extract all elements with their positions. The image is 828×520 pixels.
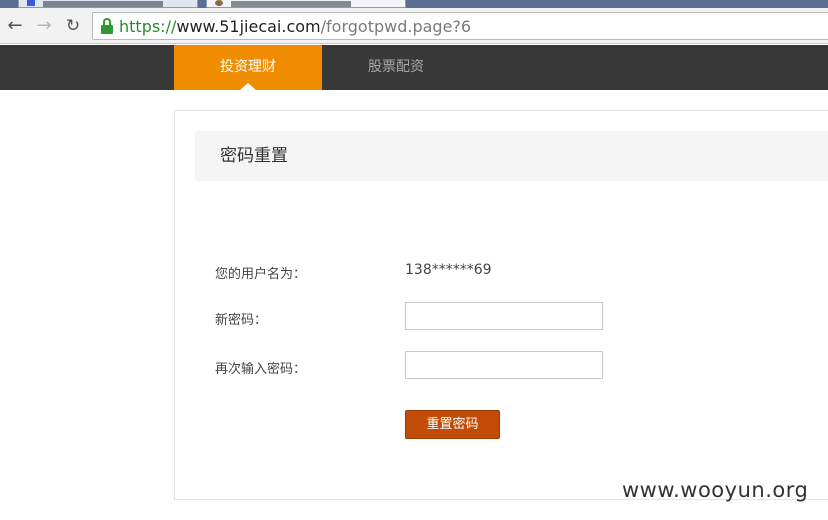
- browser-toolbar: ← → ↻ https://www.51jiecai.com/forgotpwd…: [0, 8, 828, 44]
- forward-arrow-icon[interactable]: →: [33, 15, 55, 37]
- page-title: 密码重置: [220, 146, 288, 166]
- browser-tab-1[interactable]: [18, 0, 198, 8]
- address-bar[interactable]: https://www.51jiecai.com/forgotpwd.page?…: [92, 12, 828, 40]
- nav-tab-label: 股票配资: [368, 59, 424, 75]
- nav-tab-label: 投资理财: [220, 59, 276, 75]
- card-header: 密码重置: [195, 131, 828, 181]
- url-host: www.51jiecai.com: [176, 17, 321, 36]
- nav-tab-stock-margin[interactable]: 股票配资: [322, 45, 470, 90]
- page-favicon-icon: [27, 0, 35, 6]
- watermark: www.wooyun.org: [622, 478, 809, 502]
- confirm-password-label: 再次输入密码：: [215, 362, 307, 377]
- new-password-label: 新密码：: [215, 313, 268, 328]
- browser-tab-2[interactable]: [206, 0, 406, 8]
- new-password-input[interactable]: [405, 302, 603, 330]
- username-value: 138******69: [405, 262, 492, 278]
- url-scheme: https://: [119, 17, 177, 36]
- lock-icon: [100, 18, 114, 34]
- url-text[interactable]: https://www.51jiecai.com/forgotpwd.page?…: [119, 17, 471, 36]
- back-arrow-icon[interactable]: ←: [4, 15, 26, 37]
- confirm-password-input[interactable]: [405, 351, 603, 379]
- reload-icon[interactable]: ↻: [62, 15, 84, 37]
- username-label: 您的用户名为：: [215, 267, 307, 282]
- browser-tab-title: [231, 1, 351, 7]
- url-path: /forgotpwd.page?6: [320, 17, 472, 36]
- nav-tab-invest[interactable]: 投资理财: [174, 45, 322, 90]
- reset-password-card: 密码重置 您的用户名为： 138******69 新密码： 再次输入密码： 重置…: [174, 110, 828, 500]
- browser-tab-strip: [0, 0, 828, 8]
- reset-password-button[interactable]: 重置密码: [405, 410, 500, 439]
- browser-tab-title: [43, 1, 163, 7]
- active-tab-notch-icon: [240, 83, 256, 90]
- site-nav-bar: 投资理财 股票配资: [0, 45, 828, 90]
- site-favicon-icon: [215, 0, 223, 6]
